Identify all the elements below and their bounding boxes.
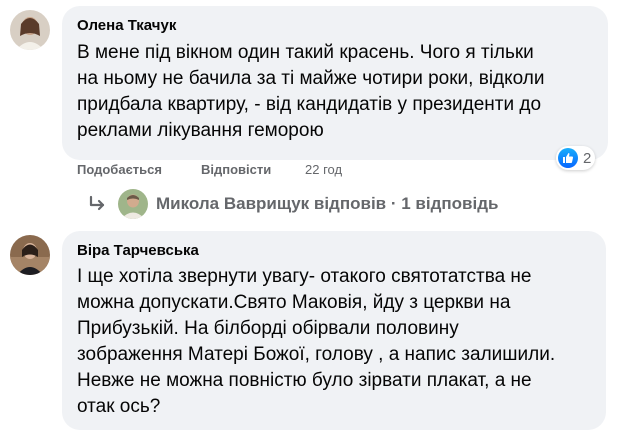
comment-text-line: придбала квартиру, - від кандидатів у пр…: [77, 94, 542, 115]
comment-actions: Подобається Відповісти 22 год: [77, 162, 377, 180]
avatar-mykola: [118, 189, 148, 219]
reaction-count: 2: [583, 149, 592, 167]
comment-author[interactable]: Олена Ткачук: [77, 17, 176, 34]
timestamp[interactable]: 22 год: [305, 162, 342, 177]
view-replies[interactable]: Микола Ваврищук відповів · 1 відповідь: [88, 189, 498, 219]
comment-text-line: В мене під вікном один такий красень. Чо…: [77, 42, 534, 63]
comment-text-line: Невже не можна повністю було зірвати пла…: [77, 370, 532, 391]
replies-summary-text: Микола Ваврищук відповів · 1 відповідь: [156, 194, 499, 213]
comment-bubble-2: Віра Тарчевська І ще хотіла звернути ува…: [62, 231, 606, 430]
comment-text-line: реклами лікування геморою: [77, 120, 324, 141]
comment-bubble-1: Олена Ткачук В мене під вікном один таки…: [62, 6, 608, 160]
comment-text-line: І ще хотіла звернути увагу- отакого свят…: [77, 266, 532, 287]
comment-text-line: можна допускати.Свято Маковія, йду з цер…: [77, 292, 511, 313]
comment-text-line: Прибузькій. На білборді обірвали половин…: [77, 318, 459, 339]
reply-arrow-icon: [89, 195, 105, 211]
avatar-olena[interactable]: [10, 10, 50, 50]
reaction-badge[interactable]: 2: [556, 146, 596, 170]
comment-text-line: отак ось?: [77, 396, 161, 417]
like-icon: [558, 148, 578, 168]
comment-author[interactable]: Віра Тарчевська: [77, 242, 199, 259]
avatar-vira[interactable]: [10, 235, 50, 275]
comment-text-line: на ньому не бачила за ті майже чотири ро…: [77, 68, 545, 89]
like-link[interactable]: Подобається: [77, 162, 162, 177]
reply-link[interactable]: Відповісти: [201, 162, 271, 177]
comment-text-line: зображення Матері Божої, голову , а напи…: [77, 344, 556, 365]
